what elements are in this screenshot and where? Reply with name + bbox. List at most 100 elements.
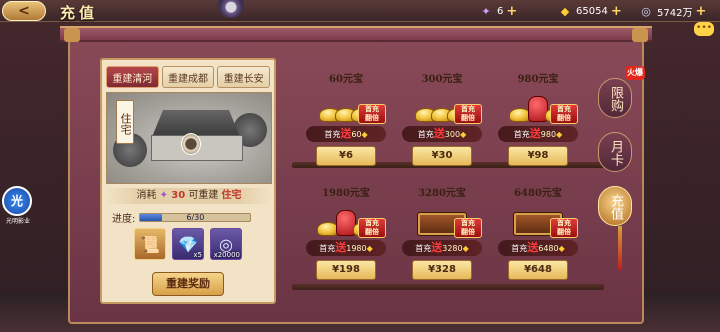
product-card[interactable]: 980元宝首充 翻倍首充送980◆ ¥98 xyxy=(492,62,584,174)
bonus-prefix: 首充 xyxy=(324,130,341,139)
float-assistant-button[interactable]: 光 xyxy=(2,186,32,216)
tab-rebuild-changan[interactable]: 重建长安 xyxy=(217,66,271,88)
top-bar: < 充值 ✦ 6 + ◆ 65054 + ◎ 5742万 + xyxy=(0,0,720,22)
double-bonus-badge: 首充 翻倍 xyxy=(454,104,482,124)
cost-amount: 30 xyxy=(171,190,186,201)
lock-icon xyxy=(181,133,201,155)
tassel-decoration xyxy=(618,226,622,270)
first-charge-bonus: 首充送1980◆ xyxy=(306,240,386,256)
bonus-amount: 980 xyxy=(540,130,557,139)
first-charge-bonus: 首充送3280◆ xyxy=(402,240,482,256)
price-button[interactable]: ¥648 xyxy=(508,260,568,280)
reward-count: x5 xyxy=(193,251,202,259)
reward-item-scroll[interactable]: 📜 xyxy=(134,228,166,260)
bonus-prefix: 首充 xyxy=(417,130,434,139)
tab-limited[interactable]: 限购 xyxy=(598,78,632,118)
double-bonus-badge: 首充 翻倍 xyxy=(550,218,578,238)
progress-label: 进度: xyxy=(112,214,136,225)
bonus-amount: 60 xyxy=(351,130,362,139)
cost-target: 住宅 xyxy=(221,190,242,201)
tab-monthly-card[interactable]: 月卡 xyxy=(598,132,632,172)
building-name-tag: 住宅 xyxy=(116,100,134,144)
bonus-prefix: 首充 xyxy=(513,130,530,139)
gold-ingot-icon: ◆ xyxy=(366,244,373,253)
back-arrow-icon: < xyxy=(18,3,30,19)
price-button[interactable]: ¥30 xyxy=(412,146,472,166)
tab-rebuild-chengdu[interactable]: 重建成都 xyxy=(161,66,215,88)
product-label: 60元宝 xyxy=(329,74,363,85)
roof-ornament xyxy=(64,28,80,42)
product-label: 3280元宝 xyxy=(418,188,466,199)
rebuild-reward-button[interactable]: 重建奖励 xyxy=(152,272,224,296)
back-button[interactable]: < xyxy=(2,1,46,21)
resource-value: 5742万 xyxy=(657,7,693,19)
chat-button[interactable]: ••• xyxy=(694,22,714,36)
resource-gold: ◆ 65054 + xyxy=(557,3,622,19)
first-charge-bonus: 首充送60◆ xyxy=(306,126,386,142)
cost-middle: 可重建 xyxy=(188,190,219,201)
add-gold-button[interactable]: + xyxy=(611,4,622,19)
product-card[interactable]: 300元宝首充 翻倍首充送300◆ ¥30 xyxy=(396,62,488,174)
progress-bar: 6/30 xyxy=(139,213,252,222)
product-card[interactable]: 6480元宝首充 翻倍首充送6480◆ ¥648 xyxy=(492,176,584,288)
panel-roof xyxy=(60,26,652,42)
gold-ingot-icon: ◆ xyxy=(460,130,467,139)
product-card[interactable]: 3280元宝 首充 翻倍 首充送3280◆ ¥328 xyxy=(396,176,488,288)
resource-tokens: ✦ 6 + xyxy=(478,3,517,19)
gold-ingot-icon: ◆ xyxy=(462,244,469,253)
roof-ornament xyxy=(632,28,648,42)
gold-ingot-icon: ◆ xyxy=(558,244,565,253)
bonus-prefix: 首充 xyxy=(415,244,432,253)
double-bonus-badge: 首充 翻倍 xyxy=(358,218,386,238)
rebuild-cost: 消耗 ✦ 30 可重建 住宅 xyxy=(106,188,272,204)
float-assistant-label: 光明影业 xyxy=(5,218,30,225)
gold-ingot-icon: ◆ xyxy=(361,130,368,139)
rebuild-card: 重建清河 重建成都 重建长安 消耗 ✦ 30 可重建 住宅 进度: 6/30 📜… xyxy=(100,58,276,304)
bonus-prefix: 首充 xyxy=(319,244,336,253)
product-label: 300元宝 xyxy=(421,74,463,85)
token-icon: ✦ xyxy=(159,190,169,201)
resource-coins: ◎ 5742万 + xyxy=(638,3,706,19)
bonus-amount: 6480 xyxy=(538,244,559,253)
add-tokens-button[interactable]: + xyxy=(506,4,517,19)
rebuild-tabs: 重建清河 重建成都 重建长安 xyxy=(106,66,271,88)
reward-item-silver[interactable]: ◎ x20000 xyxy=(210,228,242,260)
price-button[interactable]: ¥328 xyxy=(412,260,472,280)
reward-list: 📜 💎 x5 ◎ x20000 xyxy=(134,228,242,260)
bonus-song: 送 xyxy=(433,127,445,140)
cost-prefix: 消耗 xyxy=(136,190,157,201)
bonus-amount: 3280 xyxy=(442,244,463,253)
reward-item-crystal[interactable]: 💎 x5 xyxy=(172,228,204,260)
bonus-prefix: 首充 xyxy=(511,244,528,253)
tab-rebuild-qinghe[interactable]: 重建清河 xyxy=(106,66,159,88)
double-bonus-badge: 首充 翻倍 xyxy=(550,104,578,124)
first-charge-bonus: 首充送980◆ xyxy=(498,126,578,142)
price-button[interactable]: ¥6 xyxy=(316,146,376,166)
bonus-song: 送 xyxy=(431,241,443,254)
add-coins-button[interactable]: + xyxy=(695,4,706,19)
page-title: 充值 xyxy=(60,4,99,22)
scroll-icon: 📜 xyxy=(140,234,160,254)
bonus-song: 送 xyxy=(335,241,347,254)
bonus-song: 送 xyxy=(529,127,541,140)
product-card[interactable]: 1980元宝首充 翻倍首充送1980◆ ¥198 xyxy=(300,176,392,288)
product-label: 6480元宝 xyxy=(514,188,562,199)
double-bonus-badge: 首充 翻倍 xyxy=(358,104,386,124)
reward-count: x20000 xyxy=(213,251,240,259)
coin-icon: ◎ xyxy=(641,4,651,18)
product-card[interactable]: 60元宝首充 翻倍首充送60◆ ¥6 xyxy=(300,62,392,174)
price-button[interactable]: ¥98 xyxy=(508,146,568,166)
bonus-song: 送 xyxy=(527,241,539,254)
title-ornament-icon xyxy=(218,0,244,18)
price-button[interactable]: ¥198 xyxy=(316,260,376,280)
product-label: 1980元宝 xyxy=(322,188,370,199)
bonus-amount: 300 xyxy=(444,130,461,139)
hot-badge: 火爆 xyxy=(625,66,645,80)
first-charge-bonus: 首充送6480◆ xyxy=(498,240,578,256)
token-icon: ✦ xyxy=(481,4,491,18)
product-label: 980元宝 xyxy=(517,74,559,85)
tab-recharge[interactable]: 充值 xyxy=(598,186,632,226)
progress-text: 6/30 xyxy=(186,213,205,222)
gold-ingot-icon: ◆ xyxy=(560,4,570,18)
progress-row: 进度: 6/30 xyxy=(112,210,252,225)
